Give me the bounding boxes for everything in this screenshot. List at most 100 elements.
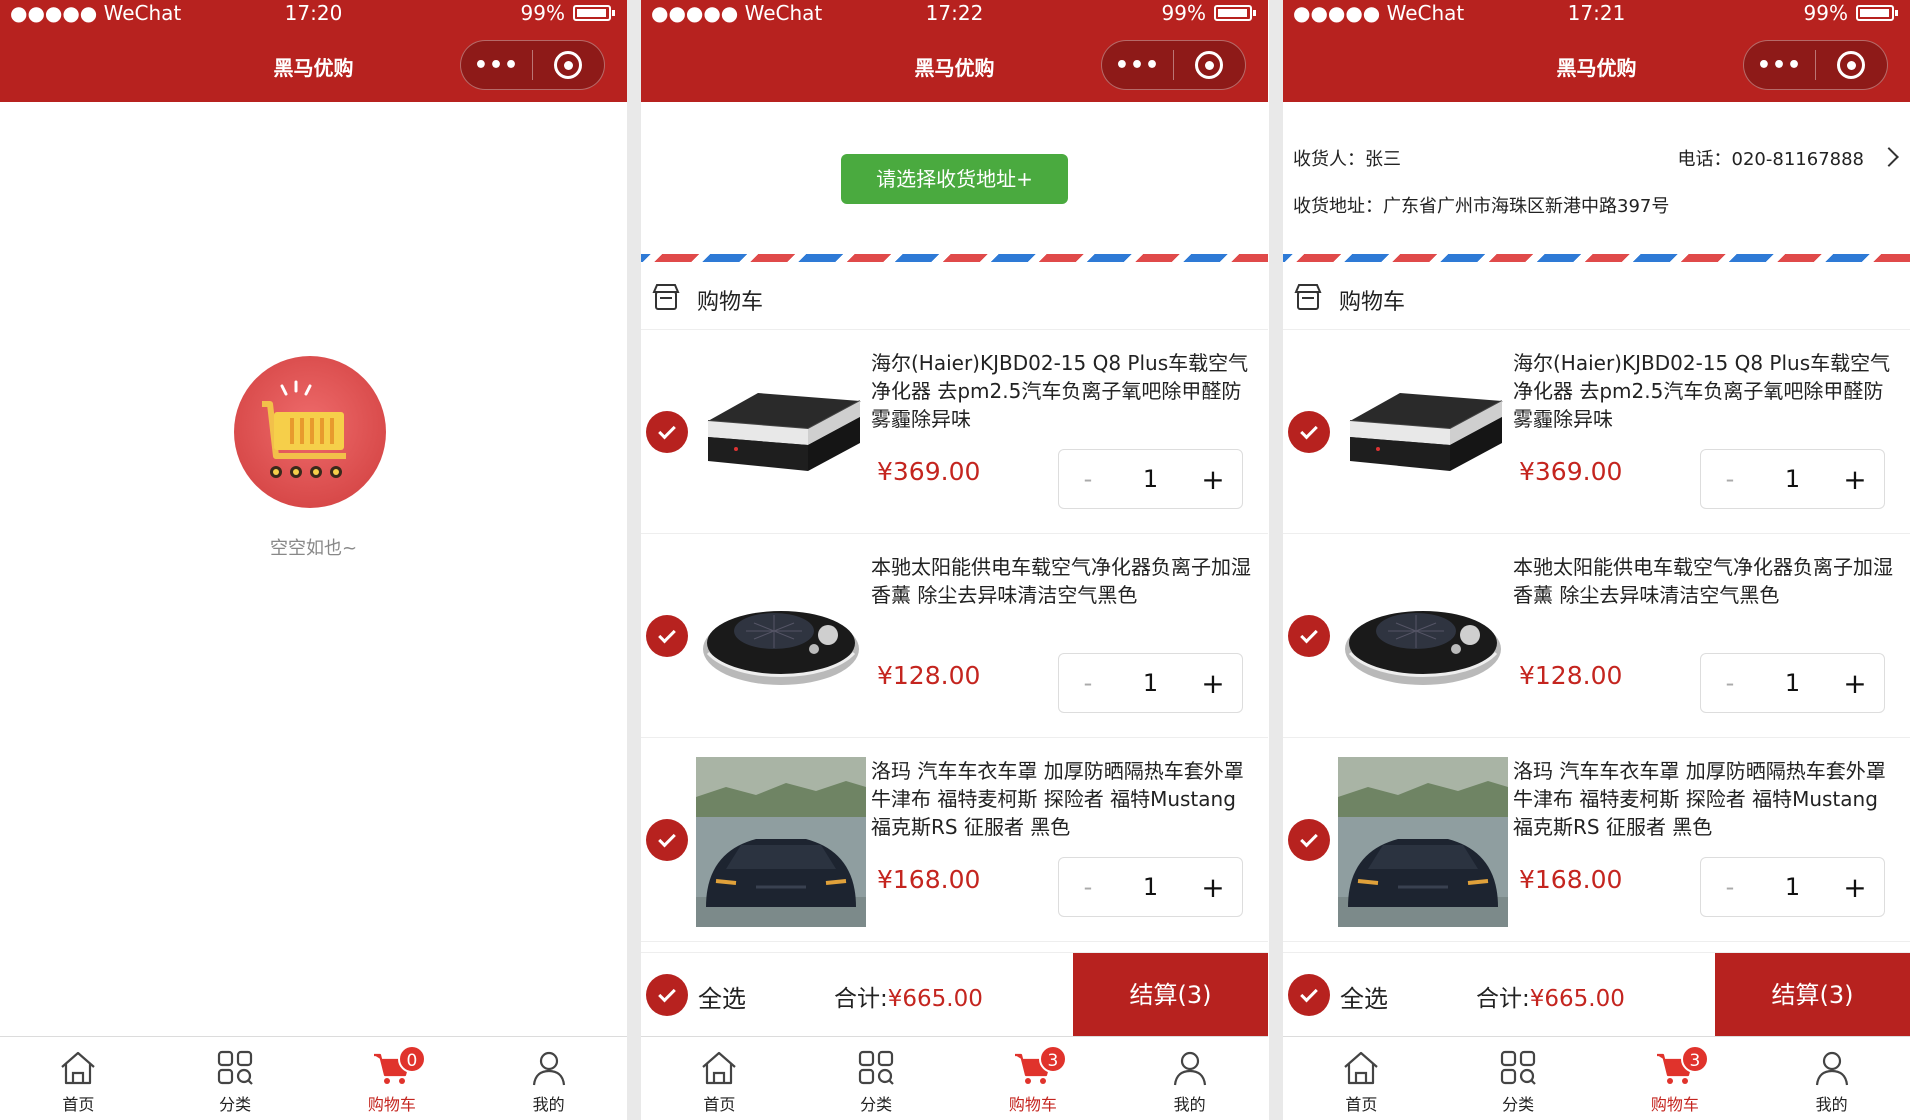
more-icon[interactable]: ••• [1102, 53, 1173, 78]
tab-category[interactable]: 分类 [157, 1037, 314, 1120]
home-icon [702, 1051, 737, 1085]
cart-badge: 0 [397, 1045, 426, 1073]
increase-button[interactable]: + [1826, 871, 1884, 904]
chevron-right-icon [1879, 147, 1899, 167]
cart-item: 海尔(Haier)KJBD02-15 Q8 Plus车载空气净化器 去pm2.5… [641, 331, 1268, 534]
more-icon[interactable]: ••• [461, 53, 532, 78]
tab-category[interactable]: 分类 [1440, 1037, 1597, 1120]
cart-item: 洛玛 汽车车衣车罩 加厚防晒隔热车套外罩牛津布 福特麦柯斯 探险者 福特Must… [1283, 739, 1910, 942]
more-icon[interactable]: ••• [1744, 53, 1815, 78]
home-icon [61, 1051, 96, 1085]
select-all-label[interactable]: 全选 [698, 979, 746, 1014]
increase-button[interactable]: + [1184, 667, 1242, 700]
tab-home[interactable]: 首页 [641, 1037, 798, 1120]
item-checkbox[interactable] [1288, 615, 1330, 657]
product-image-solar-purifier [696, 553, 866, 723]
receiver-name: 收货人：张三 [1293, 149, 1401, 170]
increase-button[interactable]: + [1184, 463, 1242, 496]
quantity-stepper: - 1 + [1700, 653, 1885, 713]
item-name: 本驰太阳能供电车载空气净化器负离子加湿香薰 除尘去异味清洁空气黑色 [1513, 555, 1893, 607]
cart-item: 本驰太阳能供电车载空气净化器负离子加湿香薰 除尘去异味清洁空气黑色 ¥128.0… [641, 535, 1268, 738]
choose-address-button[interactable]: 请选择收货地址+ [841, 154, 1068, 204]
status-bar: ●●●●● WeChat 17:22 99% [641, 0, 1268, 28]
quantity-value[interactable]: 1 [1759, 873, 1826, 901]
receiver-address: 收货地址：广东省广州市海珠区新港中路397号 [1293, 196, 1670, 217]
quantity-stepper: - 1 + [1700, 449, 1885, 509]
decrease-button[interactable]: - [1059, 873, 1117, 901]
checkout-button[interactable]: 结算(3) [1073, 953, 1268, 1037]
status-bar: ●●●●● WeChat 17:20 99% [0, 0, 627, 28]
phone-screen-empty-cart: ●●●●● WeChat 17:20 99% 黑马优购 ••• 空空如也~ 首页… [0, 0, 627, 1120]
item-checkbox[interactable] [646, 615, 688, 657]
total-amount: 合计:¥665.00 [834, 979, 983, 1013]
tab-profile[interactable]: 我的 [1111, 1037, 1268, 1120]
tab-label: 首页 [1345, 1095, 1378, 1114]
tab-home[interactable]: 首页 [0, 1037, 157, 1120]
category-icon [859, 1050, 894, 1085]
quantity-value[interactable]: 1 [1117, 669, 1184, 697]
tab-cart[interactable]: 3 购物车 [1597, 1037, 1754, 1120]
decrease-button[interactable]: - [1701, 465, 1759, 493]
tab-bar: 首页 分类 3 购物车 我的 [1283, 1036, 1910, 1120]
select-all-checkbox[interactable] [646, 974, 688, 1016]
increase-button[interactable]: + [1184, 871, 1242, 904]
cart-title: 购物车 [697, 290, 764, 315]
quantity-stepper: - 1 + [1700, 857, 1885, 917]
cart-item: 本驰太阳能供电车载空气净化器负离子加湿香薰 除尘去异味清洁空气黑色 ¥128.0… [1283, 535, 1910, 738]
cart-icon [262, 380, 346, 478]
tab-cart[interactable]: 3 购物车 [955, 1037, 1112, 1120]
tab-category[interactable]: 分类 [798, 1037, 955, 1120]
cart-title: 购物车 [1339, 290, 1406, 315]
tab-label: 分类 [1502, 1095, 1535, 1114]
tab-bar: 首页 分类 0 购物车 我的 [0, 1036, 627, 1120]
nav-header: ●●●●● WeChat 17:21 99% 黑马优购 ••• [1283, 0, 1910, 102]
receiver-phone: 电话：020-81167888 [1677, 149, 1864, 170]
increase-button[interactable]: + [1826, 667, 1884, 700]
decrease-button[interactable]: - [1701, 669, 1759, 697]
select-all-checkbox[interactable] [1288, 974, 1330, 1016]
tab-cart[interactable]: 0 购物车 [314, 1037, 471, 1120]
category-icon [1501, 1050, 1536, 1085]
item-checkbox[interactable] [646, 411, 688, 453]
close-miniprogram-button[interactable] [1816, 51, 1887, 79]
item-checkbox[interactable] [1288, 819, 1330, 861]
item-checkbox[interactable] [646, 819, 688, 861]
battery: 99% [1162, 1, 1256, 25]
status-bar: ●●●●● WeChat 17:21 99% [1283, 0, 1910, 28]
total-label: 合计: [834, 986, 888, 1012]
item-checkbox[interactable] [1288, 411, 1330, 453]
user-icon [532, 1051, 565, 1086]
tab-label: 购物车 [1650, 1095, 1699, 1114]
quantity-value[interactable]: 1 [1759, 465, 1826, 493]
phone-screen-cart-with-address: ●●●●● WeChat 17:21 99% 黑马优购 ••• 收货人：张三 电… [1283, 0, 1910, 1120]
product-image-solar-purifier [1338, 553, 1508, 723]
battery-icon [573, 5, 615, 21]
close-miniprogram-button[interactable] [533, 51, 604, 79]
decrease-button[interactable]: - [1701, 873, 1759, 901]
product-image-car-cover [696, 757, 866, 927]
decrease-button[interactable]: - [1059, 669, 1117, 697]
tab-home[interactable]: 首页 [1283, 1037, 1440, 1120]
total-value: ¥665.00 [887, 986, 983, 1012]
checkout-button[interactable]: 结算(3) [1715, 953, 1910, 1037]
quantity-value[interactable]: 1 [1117, 465, 1184, 493]
divider [1269, 0, 1283, 1120]
close-miniprogram-button[interactable] [1174, 51, 1245, 79]
target-icon [554, 51, 583, 79]
menu-capsule: ••• [1101, 40, 1246, 90]
select-all-label[interactable]: 全选 [1340, 979, 1388, 1014]
tab-bar: 首页 分类 3 购物车 我的 [641, 1036, 1268, 1120]
item-price: ¥168.00 [877, 865, 981, 894]
cart-item: 海尔(Haier)KJBD02-15 Q8 Plus车载空气净化器 去pm2.5… [1283, 331, 1910, 534]
quantity-value[interactable]: 1 [1759, 669, 1826, 697]
tab-profile[interactable]: 我的 [1753, 1037, 1910, 1120]
tab-profile[interactable]: 我的 [470, 1037, 627, 1120]
item-price: ¥168.00 [1519, 865, 1623, 894]
increase-button[interactable]: + [1826, 463, 1884, 496]
user-icon [1173, 1051, 1206, 1086]
shop-icon [1294, 284, 1322, 310]
nav-header: ●●●●● WeChat 17:20 99% 黑马优购 ••• [0, 0, 627, 102]
quantity-value[interactable]: 1 [1117, 873, 1184, 901]
address-stripe [641, 254, 1268, 262]
decrease-button[interactable]: - [1059, 465, 1117, 493]
